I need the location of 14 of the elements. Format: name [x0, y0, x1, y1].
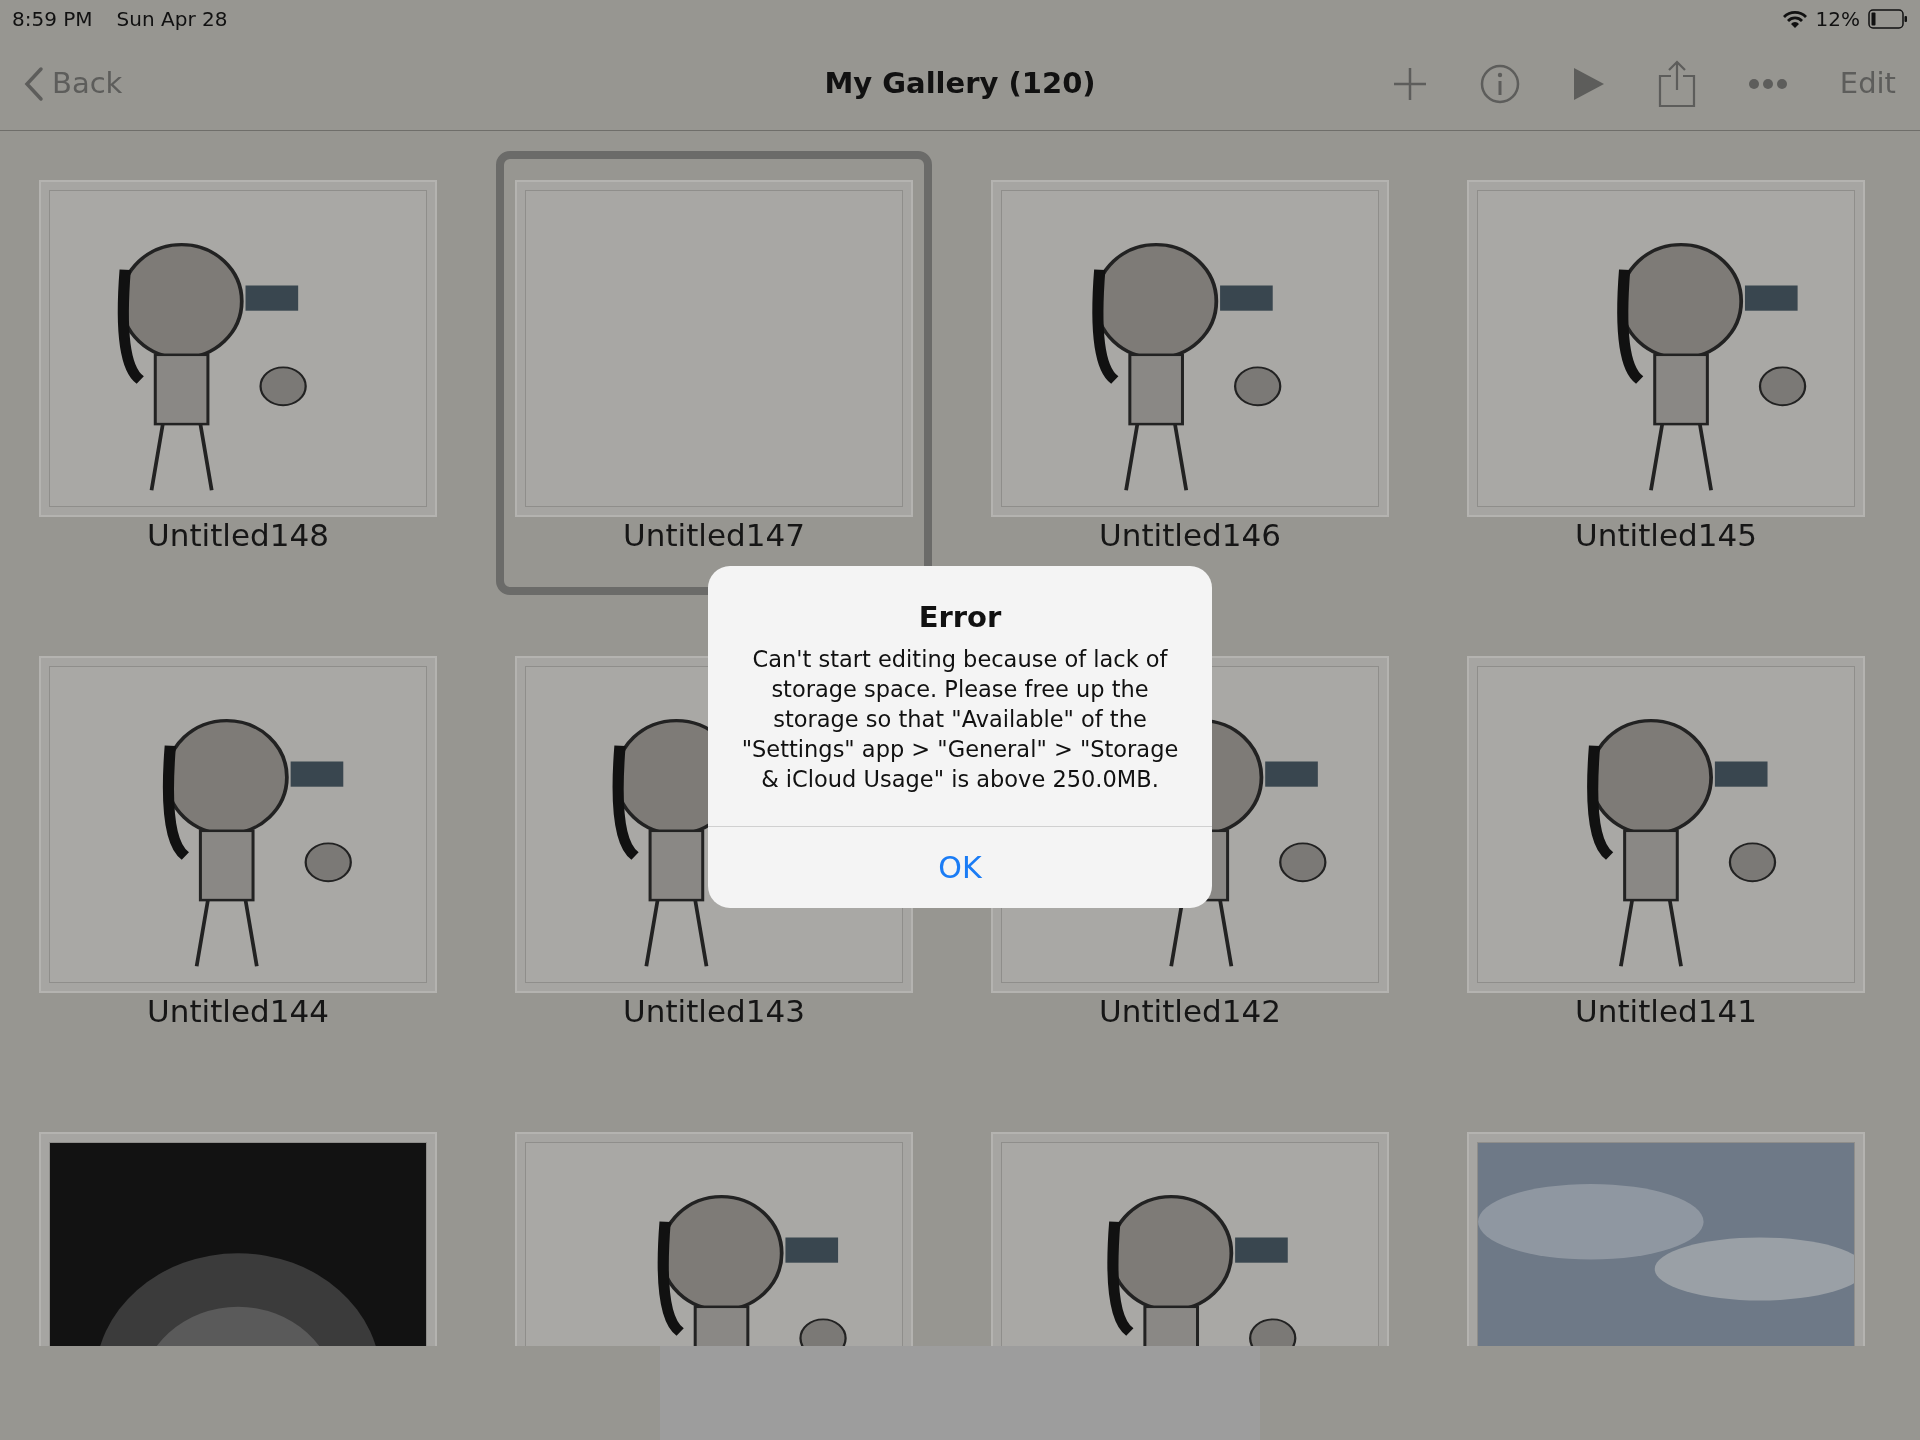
artwork-title: Untitled146 [1098, 517, 1282, 553]
artwork-title: Untitled144 [146, 993, 330, 1029]
battery-percent: 12% [1815, 5, 1860, 33]
artwork-title: Untitled145 [1574, 517, 1758, 553]
artwork-title: Untitled143 [622, 993, 806, 1029]
artwork-title: Untitled141 [1574, 993, 1758, 1029]
dialog-title: Error [917, 599, 1003, 636]
artwork-title: Untitled142 [1098, 993, 1282, 1029]
artwork-title: Untitled148 [146, 517, 330, 553]
status-time: 8:59 PM [12, 5, 93, 33]
dialog-message: Can't start editing because of lack of storage space. Please free up the storage so that "Available" of the "Settings" app > "General" > "Storage & iCloud Usage" is above 250.0MB. [740, 644, 1180, 794]
status-date: Sun Apr 28 [116, 5, 228, 33]
artwork-title: Untitled147 [622, 517, 806, 553]
gallery-title: My Gallery (120) [824, 64, 1096, 102]
